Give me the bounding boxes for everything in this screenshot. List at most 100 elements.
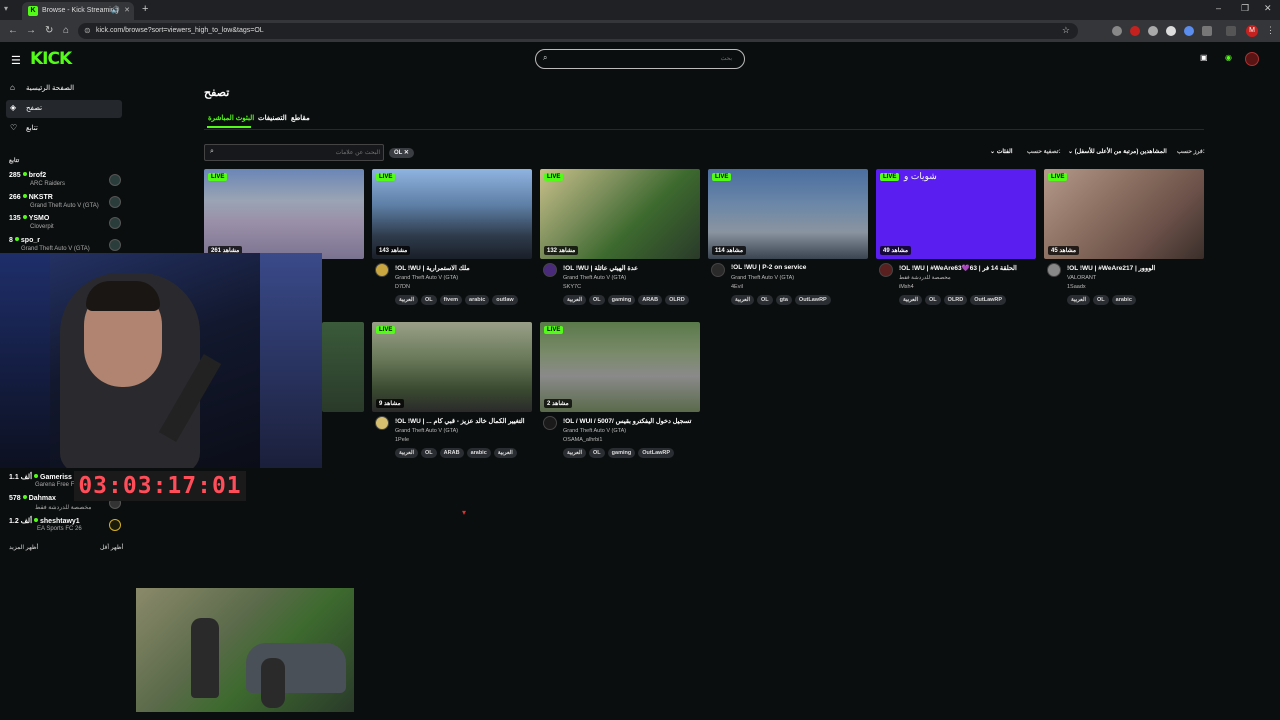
extension-icon[interactable] bbox=[1184, 26, 1194, 36]
show-less-link[interactable]: أظهر أقل bbox=[100, 544, 123, 551]
browser-tab[interactable]: K Browse - Kick Streaming 🔊 ✕ bbox=[22, 2, 134, 20]
tag[interactable]: fivem bbox=[439, 295, 463, 305]
channel-avatar[interactable] bbox=[543, 263, 557, 277]
stream-title[interactable]: !OL / WUI / 5007/ تسجيل دخول اليفكترو بق… bbox=[563, 417, 699, 425]
back-icon[interactable]: ← bbox=[8, 25, 18, 36]
tag[interactable]: العربية bbox=[493, 448, 517, 458]
tag[interactable]: OutLawRP bbox=[794, 295, 831, 305]
sort-dropdown[interactable]: ⌄ المشاهدين (مرتبة من الأعلى للأسفل) bbox=[1068, 148, 1167, 155]
channel-avatar[interactable] bbox=[879, 263, 893, 277]
search-input[interactable] bbox=[552, 53, 732, 65]
tag[interactable]: OL bbox=[589, 448, 605, 458]
stream-title[interactable]: !OL !WU | عدة الهيئي عائلة bbox=[563, 264, 699, 272]
stream-game[interactable]: Grand Theft Auto V (GTA) bbox=[563, 275, 626, 281]
tag[interactable]: OutLawRP bbox=[970, 295, 1007, 305]
site-info-icon[interactable]: ⊜ bbox=[84, 26, 91, 35]
stream-channel[interactable]: 4Evil bbox=[731, 284, 743, 290]
show-more-link[interactable]: أظهر المزيد bbox=[9, 544, 38, 551]
extension-icon[interactable] bbox=[1130, 26, 1140, 36]
tag[interactable]: OL bbox=[1093, 295, 1109, 305]
kick-logo[interactable]: KICK bbox=[30, 49, 72, 69]
stream-channel[interactable]: D7DN bbox=[395, 284, 410, 290]
tag[interactable]: العربية bbox=[395, 295, 419, 305]
close-tab-icon[interactable]: ✕ bbox=[124, 6, 130, 14]
close-window-icon[interactable]: ✕ bbox=[1264, 3, 1272, 14]
picture-in-picture-video[interactable] bbox=[136, 588, 354, 712]
extension-icon[interactable] bbox=[1112, 26, 1122, 36]
kick-points-icon[interactable]: ◉ bbox=[1225, 53, 1232, 62]
forward-icon[interactable]: → bbox=[26, 25, 36, 36]
bookmark-star-icon[interactable]: ☆ bbox=[1062, 25, 1070, 36]
tag[interactable]: gta bbox=[775, 295, 792, 305]
extension-icon[interactable] bbox=[1148, 26, 1158, 36]
tag[interactable]: العربية bbox=[1067, 295, 1091, 305]
tag[interactable]: OL bbox=[421, 448, 437, 458]
tag[interactable]: OL bbox=[589, 295, 605, 305]
channel-avatar[interactable] bbox=[375, 263, 389, 277]
extension-icon[interactable] bbox=[1166, 26, 1176, 36]
tag[interactable]: OL bbox=[757, 295, 773, 305]
tab-livestreams[interactable]: البثوث المباشرة bbox=[208, 114, 254, 122]
stream-channel[interactable]: OSAMA_alhrbi1 bbox=[563, 437, 602, 443]
tag[interactable]: العربية bbox=[395, 448, 419, 458]
sidebar-channel[interactable]: 285 brof2 ARC Raiders bbox=[9, 172, 121, 192]
tag[interactable]: OLRD bbox=[943, 295, 968, 305]
tab-search-icon[interactable]: ▾ bbox=[4, 4, 8, 13]
home-browser-icon[interactable]: ⌂ bbox=[63, 25, 69, 36]
sidebar-channel[interactable]: 1.2 ألف sheshtawy1 EA Sports FC 26 bbox=[9, 517, 121, 537]
gift-icon[interactable]: ▣ bbox=[1200, 53, 1208, 62]
browser-profile-avatar[interactable]: M bbox=[1246, 25, 1258, 37]
new-tab-button[interactable]: + bbox=[142, 3, 148, 15]
tag[interactable]: arabic bbox=[466, 448, 491, 458]
stream-thumbnail[interactable]: LIVE 132 مشاهد bbox=[540, 169, 700, 259]
minimize-icon[interactable]: – bbox=[1216, 3, 1221, 13]
browser-menu-icon[interactable]: ⋮ bbox=[1266, 25, 1275, 36]
tag[interactable]: arabic bbox=[465, 295, 490, 305]
tag[interactable]: OL bbox=[925, 295, 941, 305]
extensions-puzzle-icon[interactable] bbox=[1202, 26, 1212, 36]
remove-tag-icon[interactable]: ✕ bbox=[404, 150, 409, 156]
channel-avatar[interactable] bbox=[375, 416, 389, 430]
stream-channel[interactable]: SKY7C bbox=[563, 284, 581, 290]
tag[interactable]: العربية bbox=[899, 295, 923, 305]
stream-thumbnail[interactable]: LIVE 9 مشاهد bbox=[372, 322, 532, 412]
stream-game[interactable]: Grand Theft Auto V (GTA) bbox=[563, 428, 626, 434]
speaker-icon[interactable]: 🔊 bbox=[111, 6, 120, 14]
stream-thumbnail[interactable]: LIVE 45 مشاهد bbox=[1044, 169, 1204, 259]
stream-thumbnail[interactable]: LIVE 143 مشاهد bbox=[372, 169, 532, 259]
channel-avatar[interactable] bbox=[543, 416, 557, 430]
stream-channel[interactable]: 1Pele bbox=[395, 437, 409, 443]
category-filter-dropdown[interactable]: ⌄ الفئات bbox=[990, 148, 1013, 155]
channel-avatar[interactable] bbox=[1047, 263, 1061, 277]
user-avatar[interactable] bbox=[1245, 52, 1259, 66]
sidebar-item-browse[interactable]: ◈ تصفح bbox=[6, 100, 122, 118]
tab-categories[interactable]: التصنيفات bbox=[258, 114, 287, 122]
sidebar-item-home[interactable]: ⌂ الصفحة الرئيسية bbox=[6, 80, 122, 98]
stream-channel[interactable]: iMsh4 bbox=[899, 284, 914, 290]
active-tag-chip[interactable]: OL ✕ bbox=[389, 148, 414, 158]
stream-game[interactable]: Grand Theft Auto V (GTA) bbox=[731, 275, 794, 281]
stream-game[interactable]: مخصصة للدردشة فقط bbox=[899, 275, 951, 281]
tag[interactable]: ARAB bbox=[638, 295, 663, 305]
stream-thumbnail[interactable]: LIVE شويات و 49 مشاهد bbox=[876, 169, 1036, 259]
sidebar-channel[interactable]: 135 YSMO Cloverpit bbox=[9, 215, 121, 235]
tab-clips[interactable]: مقاطع bbox=[291, 114, 310, 122]
url-field[interactable]: ⊜ kick.com/browse?sort=viewers_high_to_l… bbox=[78, 23, 1078, 39]
stream-channel[interactable]: 1Saadx bbox=[1067, 284, 1086, 290]
tag[interactable]: ARAB bbox=[439, 448, 464, 458]
tag[interactable]: OL bbox=[421, 295, 437, 305]
tag[interactable]: outlaw bbox=[492, 295, 518, 305]
stream-game[interactable]: VALORANT bbox=[1067, 275, 1096, 281]
stream-title[interactable]: !OL !WU | #WeAre217 | الووور bbox=[1067, 264, 1203, 272]
stream-game[interactable]: Grand Theft Auto V (GTA) bbox=[395, 275, 458, 281]
tag-search-input[interactable] bbox=[220, 148, 380, 158]
sidebar-item-following[interactable]: ♡ تتابع bbox=[6, 120, 122, 138]
stream-title[interactable]: !OL !WU | ... التغيير الكمال خالد عزيز -… bbox=[395, 417, 531, 425]
stream-thumbnail[interactable]: LIVE 114 مشاهد bbox=[708, 169, 868, 259]
tag[interactable]: gaming bbox=[607, 448, 636, 458]
search-bar[interactable]: ⌕ bbox=[535, 49, 745, 69]
sidepanel-icon[interactable] bbox=[1226, 26, 1236, 36]
maximize-icon[interactable]: ❐ bbox=[1241, 3, 1249, 14]
tag[interactable]: gaming bbox=[607, 295, 636, 305]
stream-title[interactable]: !OL !WU | ملك الاستمرارية bbox=[395, 264, 531, 272]
